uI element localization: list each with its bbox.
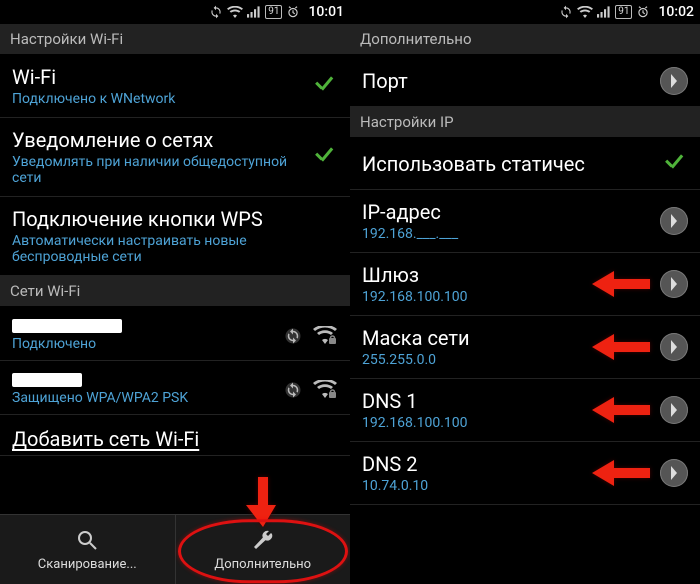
status-bar: 91 10:02 xyxy=(350,0,700,24)
row-subtitle: 255.255.0.0 xyxy=(362,352,652,368)
alarm-icon xyxy=(636,5,650,19)
row-subtitle: 192.168.___.___ xyxy=(362,226,652,242)
row-title: DNS 1 xyxy=(362,389,652,413)
menu-advanced[interactable]: Дополнительно xyxy=(175,515,351,584)
red-arrow-icon xyxy=(246,477,280,527)
row-title: Использовать статичес xyxy=(362,152,652,176)
row-title: Уведомление о сетях xyxy=(12,128,302,152)
bottom-menu: Сканирование... Дополнительно xyxy=(0,514,350,584)
wifi-icon xyxy=(577,6,593,18)
status-bar: 91 10:01 xyxy=(0,0,350,24)
row-subtitle: 10.74.0.10 xyxy=(362,478,652,494)
menu-label: Дополнительно xyxy=(214,557,311,572)
check-icon xyxy=(660,150,688,178)
row-dns2[interactable]: DNS 2 10.74.0.10 xyxy=(350,442,700,505)
wifi-icon xyxy=(227,6,243,18)
row-subtitle: Уведомлять при наличии общедоступной сет… xyxy=(12,154,302,186)
wrench-icon xyxy=(250,527,276,553)
row-title: Маска сети xyxy=(362,326,652,350)
alarm-icon xyxy=(286,5,300,19)
signal-icon xyxy=(597,6,611,18)
wifi-lock-icon xyxy=(312,379,338,401)
section-ip-settings: Настройки IP xyxy=(350,107,700,138)
magnify-icon xyxy=(74,527,100,553)
chevron-right-icon xyxy=(660,396,688,424)
row-title: Подключение кнопки WPS xyxy=(12,207,338,231)
row-title: DNS 2 xyxy=(362,452,652,476)
row-dns1[interactable]: DNS 1 192.168.100.100 xyxy=(350,379,700,442)
ssid-redacted xyxy=(12,319,122,333)
left-screenshot: 91 10:01 Настройки Wi-Fi Wi-Fi Подключен… xyxy=(0,0,350,584)
check-icon xyxy=(310,72,338,100)
right-screenshot: 91 10:02 Дополнительно Порт Настройки IP… xyxy=(350,0,700,584)
row-subtitle: 192.168.100.100 xyxy=(362,289,652,305)
row-use-static[interactable]: Использовать статичес xyxy=(350,138,700,190)
clock-time: 10:01 xyxy=(308,4,344,20)
row-title: Порт xyxy=(362,69,652,93)
network-status: Подключено xyxy=(12,336,280,352)
signal-icon xyxy=(247,6,261,18)
chevron-right-icon xyxy=(660,270,688,298)
wifi-lock-icon xyxy=(312,325,338,347)
row-subtitle: Автоматически настраивать новые беспрово… xyxy=(12,233,338,265)
chevron-right-icon xyxy=(660,67,688,95)
section-wifi-networks: Сети Wi-Fi xyxy=(0,276,350,307)
row-title: Шлюз xyxy=(362,263,652,287)
menu-label: Сканирование... xyxy=(38,557,137,572)
network-status: Защищено WPA/WPA2 PSK xyxy=(12,390,280,406)
row-subtitle: Подключено к WNetwork xyxy=(12,91,302,107)
row-ip-address[interactable]: IP-адрес 192.168.___.___ xyxy=(350,190,700,253)
chevron-right-icon xyxy=(660,459,688,487)
row-network-notify[interactable]: Уведомление о сетях Уведомлять при налич… xyxy=(0,118,350,197)
network-item-connected[interactable]: Подключено xyxy=(0,307,350,361)
chevron-right-icon xyxy=(660,333,688,361)
section-wifi-settings: Настройки Wi-Fi xyxy=(0,24,350,55)
row-add-network[interactable]: Добавить сеть Wi-Fi xyxy=(0,415,350,456)
row-gateway[interactable]: Шлюз 192.168.100.100 xyxy=(350,253,700,316)
clock-time: 10:02 xyxy=(658,4,694,20)
row-netmask[interactable]: Маска сети 255.255.0.0 xyxy=(350,316,700,379)
row-wifi-toggle[interactable]: Wi-Fi Подключено к WNetwork xyxy=(0,55,350,118)
ssid-redacted xyxy=(12,373,82,387)
row-title: IP-адрес xyxy=(362,200,652,224)
row-wps[interactable]: Подключение кнопки WPS Автоматически нас… xyxy=(0,197,350,276)
menu-scan[interactable]: Сканирование... xyxy=(0,515,175,584)
battery-indicator: 91 xyxy=(615,5,632,19)
row-title: Wi-Fi xyxy=(12,65,302,89)
network-item-secured[interactable]: Защищено WPA/WPA2 PSK xyxy=(0,361,350,415)
check-icon xyxy=(310,143,338,171)
sync-small-icon xyxy=(280,325,306,347)
sync-icon xyxy=(559,5,573,19)
row-subtitle: 192.168.100.100 xyxy=(362,415,652,431)
row-title: Добавить сеть Wi-Fi xyxy=(12,427,338,451)
sync-small-icon xyxy=(280,379,306,401)
sync-icon xyxy=(209,5,223,19)
section-advanced: Дополнительно xyxy=(350,24,700,55)
battery-indicator: 91 xyxy=(265,5,282,19)
row-port[interactable]: Порт xyxy=(350,55,700,107)
chevron-right-icon xyxy=(660,207,688,235)
